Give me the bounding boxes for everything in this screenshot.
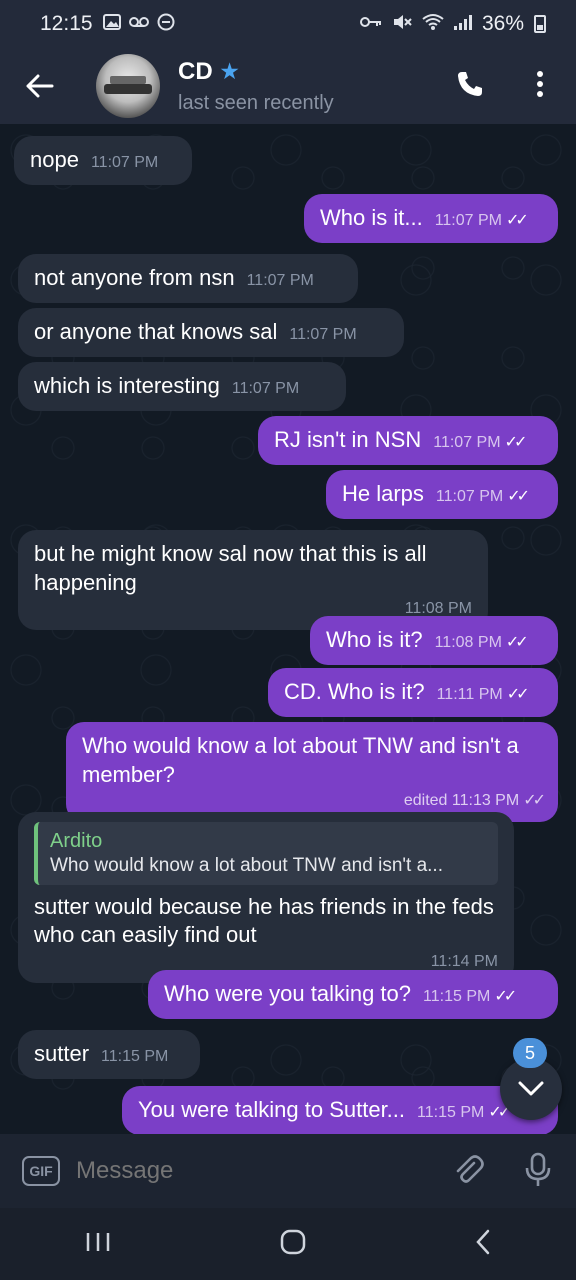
message-text: CD. Who is it?	[284, 679, 425, 704]
voicemail-icon	[128, 15, 149, 33]
message-time: 11:07 PM	[434, 212, 502, 229]
message-time: 11:07 PM	[90, 154, 159, 171]
message-outgoing[interactable]: You were talking to Sutter... 11:15 PM ✓✓	[122, 1086, 558, 1134]
message-outgoing[interactable]: Who were you talking to? 11:15 PM ✓✓	[148, 970, 558, 1019]
message-text: You were talking to Sutter...	[138, 1097, 406, 1122]
message-time: 11:07 PM	[231, 380, 300, 397]
home-button[interactable]	[280, 1229, 306, 1260]
message-text: Who were you talking to?	[164, 981, 412, 1006]
message-time: 11:07 PM	[289, 326, 357, 343]
message-time: 11:15 PM	[101, 1048, 169, 1065]
avatar[interactable]	[96, 54, 160, 118]
double-check-icon: ✓✓	[505, 634, 529, 651]
message-text: Who is it...	[320, 205, 423, 230]
message-text: which is interesting	[34, 373, 220, 398]
signal-icon	[453, 14, 472, 35]
message-incoming[interactable]: Ardito Who would know a lot about TNW an…	[18, 812, 514, 983]
message-outgoing[interactable]: Who is it... 11:07 PM ✓✓	[304, 194, 558, 243]
message-incoming[interactable]: but he might know sal now that this is a…	[18, 530, 488, 630]
more-vertical-icon	[537, 71, 543, 97]
status-bar: 12:15 36%	[0, 0, 576, 48]
more-options-button[interactable]	[520, 62, 560, 106]
message-time: 11:07 PM	[246, 272, 314, 289]
reply-text: Who would know a lot about TNW and isn't…	[50, 855, 443, 876]
mute-icon	[392, 13, 412, 36]
system-navigation-bar	[0, 1208, 576, 1280]
message-composer: GIF	[0, 1134, 576, 1208]
wifi-icon	[422, 13, 444, 36]
message-time: 11:07 PM	[433, 434, 501, 451]
message-text: or anyone that knows sal	[34, 319, 278, 344]
message-time: 11:07 PM	[435, 488, 504, 505]
battery-percent: 36%	[481, 12, 524, 35]
message-incoming[interactable]: sutter 11:15 PM	[18, 1030, 200, 1079]
back-button[interactable]	[0, 48, 80, 124]
status-time: 12:15	[40, 12, 93, 35]
chevron-down-icon	[518, 1081, 544, 1096]
message-outgoing[interactable]: Who is it? 11:08 PM ✓✓	[310, 616, 558, 665]
message-time: 11:15 PM	[417, 1104, 485, 1121]
message-text: not anyone from nsn	[34, 265, 235, 290]
double-check-icon: ✓✓	[494, 988, 517, 1005]
system-back-button[interactable]	[475, 1229, 491, 1260]
unread-count-badge: 5	[513, 1038, 547, 1068]
message-incoming[interactable]: which is interesting 11:07 PM	[18, 362, 346, 411]
message-text: nope	[30, 147, 79, 172]
contact-name: CD	[178, 57, 213, 85]
message-list[interactable]: nope 11:07 PM Who is it... 11:07 PM ✓✓ not …	[0, 124, 576, 1134]
message-text: He larps	[342, 481, 424, 506]
voice-message-button[interactable]	[518, 1148, 558, 1192]
call-button[interactable]	[448, 62, 492, 106]
double-check-icon: ✓✓	[507, 488, 530, 505]
home-icon	[280, 1229, 306, 1254]
message-outgoing[interactable]: He larps 11:07 PM ✓✓	[326, 470, 558, 519]
message-time: 11:15 PM	[423, 988, 491, 1005]
message-text: Who is it?	[326, 627, 423, 652]
vpn-key-icon	[359, 15, 382, 33]
message-incoming[interactable]: or anyone that knows sal 11:07 PM	[18, 308, 404, 357]
last-seen-status: last seen recently	[178, 91, 334, 114]
reply-author: Ardito	[50, 830, 103, 852]
message-text: sutter would because he has friends in t…	[34, 893, 494, 948]
double-check-icon: ✓✓	[506, 686, 530, 703]
message-text: Who would know a lot about TNW and isn't…	[82, 733, 519, 787]
message-text: but he might know sal now that this is a…	[34, 541, 427, 595]
phone-icon	[458, 72, 482, 96]
chat-header: CD ★ last seen recently	[0, 48, 576, 124]
gallery-notification-icon	[102, 13, 121, 35]
message-time: 11:11 PM	[436, 686, 503, 703]
star-icon: ★	[220, 61, 239, 83]
recents-icon	[86, 1232, 109, 1251]
double-check-icon: ✓✓	[504, 434, 528, 451]
dnd-icon	[157, 13, 175, 36]
message-outgoing[interactable]: Who would know a lot about TNW and isn't…	[66, 722, 558, 822]
arrow-left-icon	[26, 74, 54, 98]
chevron-left-icon	[476, 1229, 490, 1254]
reply-quote[interactable]: Ardito Who would know a lot about TNW an…	[34, 822, 498, 885]
gif-button[interactable]: GIF	[22, 1156, 60, 1186]
paperclip-icon	[456, 1155, 484, 1183]
message-time: 11:08 PM	[434, 634, 502, 651]
message-text: sutter	[34, 1041, 90, 1066]
message-incoming[interactable]: not anyone from nsn 11:07 PM	[18, 254, 358, 303]
recent-apps-button[interactable]	[85, 1231, 111, 1258]
message-incoming[interactable]: nope 11:07 PM	[14, 136, 192, 185]
message-outgoing[interactable]: CD. Who is it? 11:11 PM ✓✓	[268, 668, 558, 717]
microphone-icon	[525, 1152, 551, 1186]
message-time: edited 11:13 PM	[403, 792, 520, 810]
message-outgoing[interactable]: RJ isn't in NSN 11:07 PM ✓✓	[258, 416, 558, 465]
contact-info[interactable]: CD ★ last seen recently	[178, 58, 334, 115]
double-check-icon: ✓✓	[523, 792, 546, 810]
message-input[interactable]	[76, 1157, 406, 1185]
attach-button[interactable]	[448, 1150, 488, 1190]
message-text: RJ isn't in NSN	[274, 427, 422, 452]
battery-icon	[534, 15, 546, 33]
double-check-icon: ✓✓	[505, 212, 529, 229]
